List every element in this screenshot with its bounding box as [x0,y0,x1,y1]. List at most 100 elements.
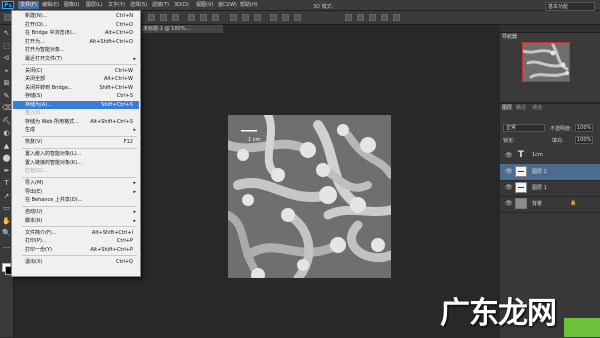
layer-row[interactable]: 👁 图层 1 [500,180,600,197]
healing-brush-tool-icon[interactable]: ⌫ [2,104,12,113]
file-menu-item-label: 关闭并转到 Bridge... [25,84,73,91]
pen-tool-icon[interactable]: ▭ [2,204,11,213]
file-menu-item[interactable]: 关闭并转到 Bridge... Shift+Ctrl+W [13,84,139,92]
align-bottom-button[interactable] [172,14,179,21]
file-menu-item[interactable]: 文件简介(F)... Alt+Shift+Ctrl+I [13,229,139,237]
type-tool-icon[interactable]: ✋ [2,217,11,226]
menu-item-0[interactable]: 文件(F) [18,1,39,9]
file-menu-item[interactable]: 关闭(C) Ctrl+W [13,67,139,75]
menu-item-6[interactable]: 滤镜(T) [150,1,171,9]
file-menu-item[interactable]: 置入链接的智能对象(K)... [13,159,139,167]
lasso-tool-icon[interactable]: ᐊ [2,54,11,63]
distribute-hcenter-button[interactable] [282,14,289,21]
menu-separator [22,176,137,178]
opacity-input[interactable]: 100% [575,124,593,132]
visibility-eye-icon[interactable]: 👁 [505,184,513,191]
history-brush-tool-icon[interactable]: ▲ [2,142,11,151]
file-menu-item[interactable]: 打印(P)... Ctrl+P [13,237,139,245]
file-menu-item[interactable]: 脚本(R) ▸ [13,217,139,225]
file-menu-item-label: 关闭(C) [25,67,43,74]
file-menu-item[interactable]: 自动(U) ▸ [13,208,139,216]
file-menu-item[interactable]: 导出(E) ▸ [13,188,139,196]
menu-item-1[interactable]: 编辑(E) [40,1,61,9]
file-menu-item[interactable]: 存储(S) Ctrl+S [13,92,139,100]
3d-slide-button[interactable] [381,14,388,21]
align-left-button[interactable] [188,14,195,21]
workspace-select[interactable]: 基本功能 [545,2,595,11]
file-menu-item[interactable]: 打包(G)... [13,167,139,175]
menu-item-8[interactable]: 视图(V) [194,1,215,9]
distribute-left-button[interactable] [270,14,277,21]
visibility-eye-icon[interactable]: 👁 [505,152,513,159]
align-right-button[interactable] [212,14,219,21]
navigator-tab[interactable]: 导航器 [502,33,517,40]
file-menu-item[interactable]: 存储为(A)... Shift+Ctrl+S [13,100,139,109]
file-menu-item[interactable]: 签入(I)... [13,109,139,117]
crop-tool-icon[interactable]: ⊠ [2,79,11,88]
distribute-bottom-button[interactable] [254,14,261,21]
file-menu-item[interactable]: 置入嵌入的智能对象(L)... [13,150,139,158]
layer-row[interactable]: 👁 T 1cm [500,148,600,165]
align-top-button[interactable] [148,14,155,21]
file-menu-item[interactable]: 打印一份(Y) Alt+Shift+Ctrl+P [13,246,139,254]
move-tool-icon[interactable]: ↖ [2,29,11,38]
eyedropper-tool-icon[interactable]: ✎ [2,92,11,101]
menu-item-7[interactable]: 3D(D) [172,1,191,9]
canvas-image[interactable]: 1 cm [228,115,391,278]
menu-item-4[interactable]: 文字(Y) [106,1,127,9]
menu-item-10[interactable]: 帮助(H) [238,1,260,9]
document-tab[interactable]: 未标题-1 @ 100%... [140,25,223,33]
3d-roll-button[interactable] [357,14,364,21]
align-vcenter-button[interactable] [160,14,167,21]
file-menu-item[interactable]: 退出(X) Ctrl+Q [13,258,139,266]
file-menu-item[interactable]: 在 Behance 上共享(D)... [13,196,139,204]
3d-drag-button[interactable] [369,14,376,21]
file-menu-item[interactable]: 在 Bridge 中浏览(B)... Alt+Ctrl+O [13,29,139,37]
paths-tab[interactable]: 路径 [516,104,526,111]
channels-tab[interactable]: 通道 [532,104,542,111]
layer-row[interactable]: 👁 背景 🔒 [500,196,600,213]
3d-rotate-button[interactable] [345,14,352,21]
visibility-eye-icon[interactable]: 👁 [505,168,513,175]
eraser-tool-icon[interactable]: ⬤ [2,154,11,163]
distribute-right-button[interactable] [294,14,301,21]
file-menu-item[interactable]: 导入(M) ▸ [13,179,139,187]
visibility-eye-icon[interactable]: 👁 [505,200,513,207]
layer-thumbnail [515,182,527,193]
menu-item-5[interactable]: 选择(S) [128,1,149,9]
file-menu-item[interactable]: 关闭全部 Alt+Ctrl+W [13,75,139,83]
distribute-center-button[interactable] [242,14,249,21]
layer-row[interactable]: 👁 图层 2 [500,164,600,181]
gradient-tool-icon[interactable]: ✒ [2,167,11,176]
menu-item-3[interactable]: 图层(L) [84,1,105,9]
dodge-tool-icon[interactable]: ➚ [2,192,11,201]
file-menu-item[interactable]: 打开为... Alt+Shift+Ctrl+O [13,38,139,46]
file-menu-item[interactable]: 存储为 Web 所用格式... Alt+Shift+Ctrl+S [13,118,139,126]
path-select-tool-icon[interactable]: 🔍 [2,229,11,238]
submenu-arrow-icon: ▸ [133,217,136,224]
menu-item-9[interactable]: 窗口(W) [216,1,239,9]
layers-tab[interactable]: 图层 [502,104,512,111]
3d-scale-button[interactable] [393,14,400,21]
file-menu-item[interactable]: 打开(O)... Ctrl+O [13,21,139,29]
blur-tool-icon[interactable]: T [2,179,11,188]
file-menu-item-shortcut: Alt+Ctrl+W [104,76,133,82]
file-menu-item[interactable]: 打开为智能对象... [13,46,139,54]
sem-micrograph: 1 cm [228,115,391,278]
brush-tool-icon[interactable]: ⛏ [2,117,11,126]
quick-select-tool-icon[interactable]: ⌖ [2,67,11,76]
tool-preset-button[interactable] [4,14,11,21]
shape-tool-icon[interactable]: … [2,242,11,251]
clone-stamp-tool-icon[interactable]: ◐ [2,129,11,138]
distribute-top-button[interactable] [230,14,237,21]
file-menu-item[interactable]: 新建(N)... Ctrl+N [13,12,139,20]
blend-mode-select[interactable]: 正常 [503,124,545,132]
file-menu-item[interactable]: 恢复(V) F12 [13,138,139,146]
navigator-thumbnail[interactable] [522,42,570,82]
align-hcenter-button[interactable] [200,14,207,21]
fill-input[interactable]: 100% [575,136,593,144]
file-menu-item[interactable]: 最近打开文件(T) ▸ [13,55,139,63]
marquee-tool-icon[interactable]: ⬚ [2,42,11,51]
menu-item-2[interactable]: 图像(I) [62,1,81,9]
file-menu-item[interactable]: 生成 ▸ [13,126,139,134]
